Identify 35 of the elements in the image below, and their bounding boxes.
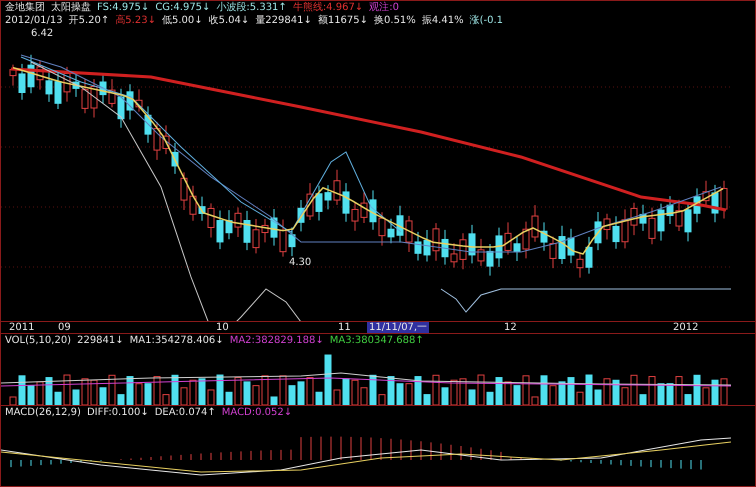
price-label: 6.42 — [31, 28, 54, 39]
info-text: 金地集团 — [5, 1, 45, 14]
info-text: 低5.00↓ — [162, 14, 203, 27]
info-text: MACD(26,12,9) — [5, 406, 81, 419]
info-text: 小波段:5.331↑ — [216, 1, 287, 14]
info-text: CG:4.975↓ — [155, 1, 210, 14]
info-text: DIFF:0.100↓ — [86, 406, 149, 419]
info-text: DEA:0.074↑ — [154, 406, 216, 419]
info-text: 收5.04↓ — [208, 14, 250, 27]
info-text: 牛熊线:4.967↓ — [292, 1, 364, 14]
info-text: MA2:382829.188↓ — [230, 334, 324, 347]
info-text: 观注:0 — [369, 1, 399, 14]
info-text: 涨(-0.1 — [470, 14, 504, 27]
info-text: 换0.51% — [374, 14, 416, 27]
info-text: 太阳操盘 — [51, 1, 91, 14]
info-text: FS:4.975↓ — [97, 1, 150, 14]
info-text: 振4.41% — [422, 14, 464, 27]
date-cursor-label: 11/11/07,一 — [367, 322, 430, 333]
info-text: VOL(5,10,20) — [5, 334, 72, 347]
info-text: 额11675↓ — [318, 14, 368, 27]
info-text: MA1:354278.406↓ — [130, 334, 224, 347]
price-label: 4.30 — [289, 257, 312, 268]
axis-label: 11 — [338, 322, 351, 333]
info-text: 229841↓ — [77, 334, 124, 347]
info-text: MA3:380347.688↑ — [330, 334, 424, 347]
axis-label: 09 — [58, 322, 71, 333]
axis-label: 10 — [216, 322, 229, 333]
info-text: 高5.23↓ — [115, 14, 156, 27]
info-text: MACD:0.052↓ — [222, 406, 292, 419]
info-text: 量229841↓ — [255, 14, 312, 27]
axis-label: 2011 — [9, 322, 34, 333]
axis-label: 2012 — [673, 322, 698, 333]
axis-label: 12 — [504, 322, 517, 333]
info-text: 2012/01/13 — [5, 14, 63, 27]
info-text: 开5.20↑ — [68, 14, 110, 27]
